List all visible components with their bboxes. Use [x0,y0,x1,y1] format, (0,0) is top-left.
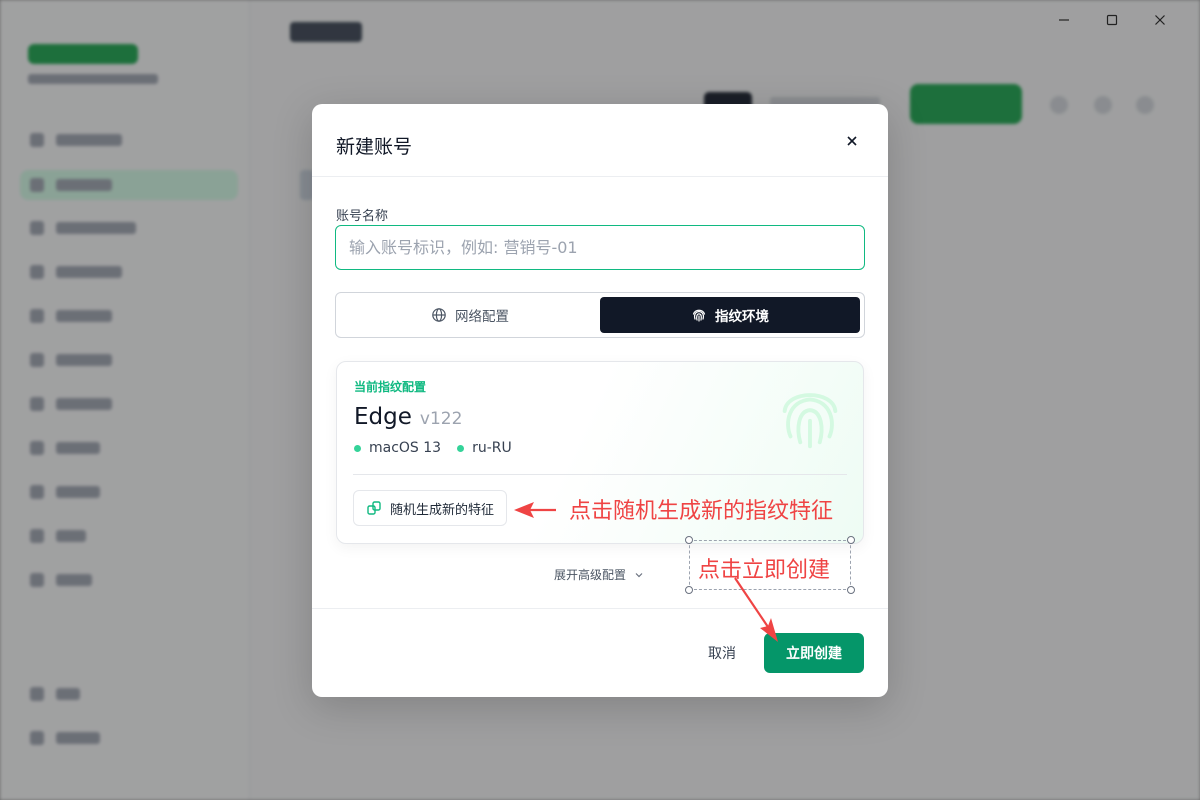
status-dot-icon [457,444,465,452]
account-name-label: 账号名称 [336,209,389,224]
create-now-button[interactable]: 立即创建 [764,633,864,673]
dialog-title: 新建账号 [336,136,413,158]
account-name-input[interactable] [335,225,865,270]
locale-value: ru-RU [472,440,512,456]
browser-name: Edge [354,404,412,430]
globe-icon [432,308,446,322]
expand-advanced-config[interactable]: 展开高级配置 [554,566,644,583]
os-tag: macOS 13 [354,440,441,456]
chevron-down-icon [635,572,643,577]
fingerprint-tags: macOS 13 ru-RU [354,440,512,456]
os-value: macOS 13 [369,440,442,456]
tab-network-config-label: 网络配置 [455,309,509,325]
tab-network-config[interactable]: 网络配置 [340,297,600,333]
dialog-close-button[interactable] [844,134,860,150]
fingerprint-section-label: 当前指纹配置 [354,380,427,394]
divider [353,474,847,475]
regenerate-label: 随机生成新的特征 [390,502,495,518]
minimize-icon[interactable] [1040,8,1088,32]
new-account-dialog: 新建账号 账号名称 网络配置 指纹环境 [312,104,888,697]
selection-handle [847,586,855,594]
config-tabs: 网络配置 指纹环境 [335,292,865,338]
fingerprint-browser: Edge v122 [354,404,462,430]
close-icon [847,136,857,146]
annotation-create: 点击立即创建 [698,558,831,583]
annotation-regenerate: 点击随机生成新的指纹特征 [569,499,834,524]
locale-tag: ru-RU [457,440,512,456]
selection-handle [685,586,693,594]
selection-handle [847,536,855,544]
browser-version: v122 [419,409,463,429]
fingerprint-icon [692,309,706,322]
fingerprint-watermark-icon [782,393,838,449]
tab-fingerprint-env[interactable]: 指纹环境 [600,297,860,333]
tab-fingerprint-env-label: 指纹环境 [715,309,769,325]
status-dot-icon [354,444,361,452]
advanced-label: 展开高级配置 [554,568,627,582]
maximize-icon[interactable] [1088,8,1136,32]
cancel-button[interactable]: 取消 [696,635,748,671]
dialog-footer-divider [312,608,888,609]
window-controls [1040,8,1184,32]
close-icon[interactable] [1136,8,1184,32]
selection-handle [685,536,693,544]
dialog-header: 新建账号 [312,104,888,177]
shuffle-icon [367,501,381,515]
regenerate-fingerprint-button[interactable]: 随机生成新的特征 [353,490,508,526]
